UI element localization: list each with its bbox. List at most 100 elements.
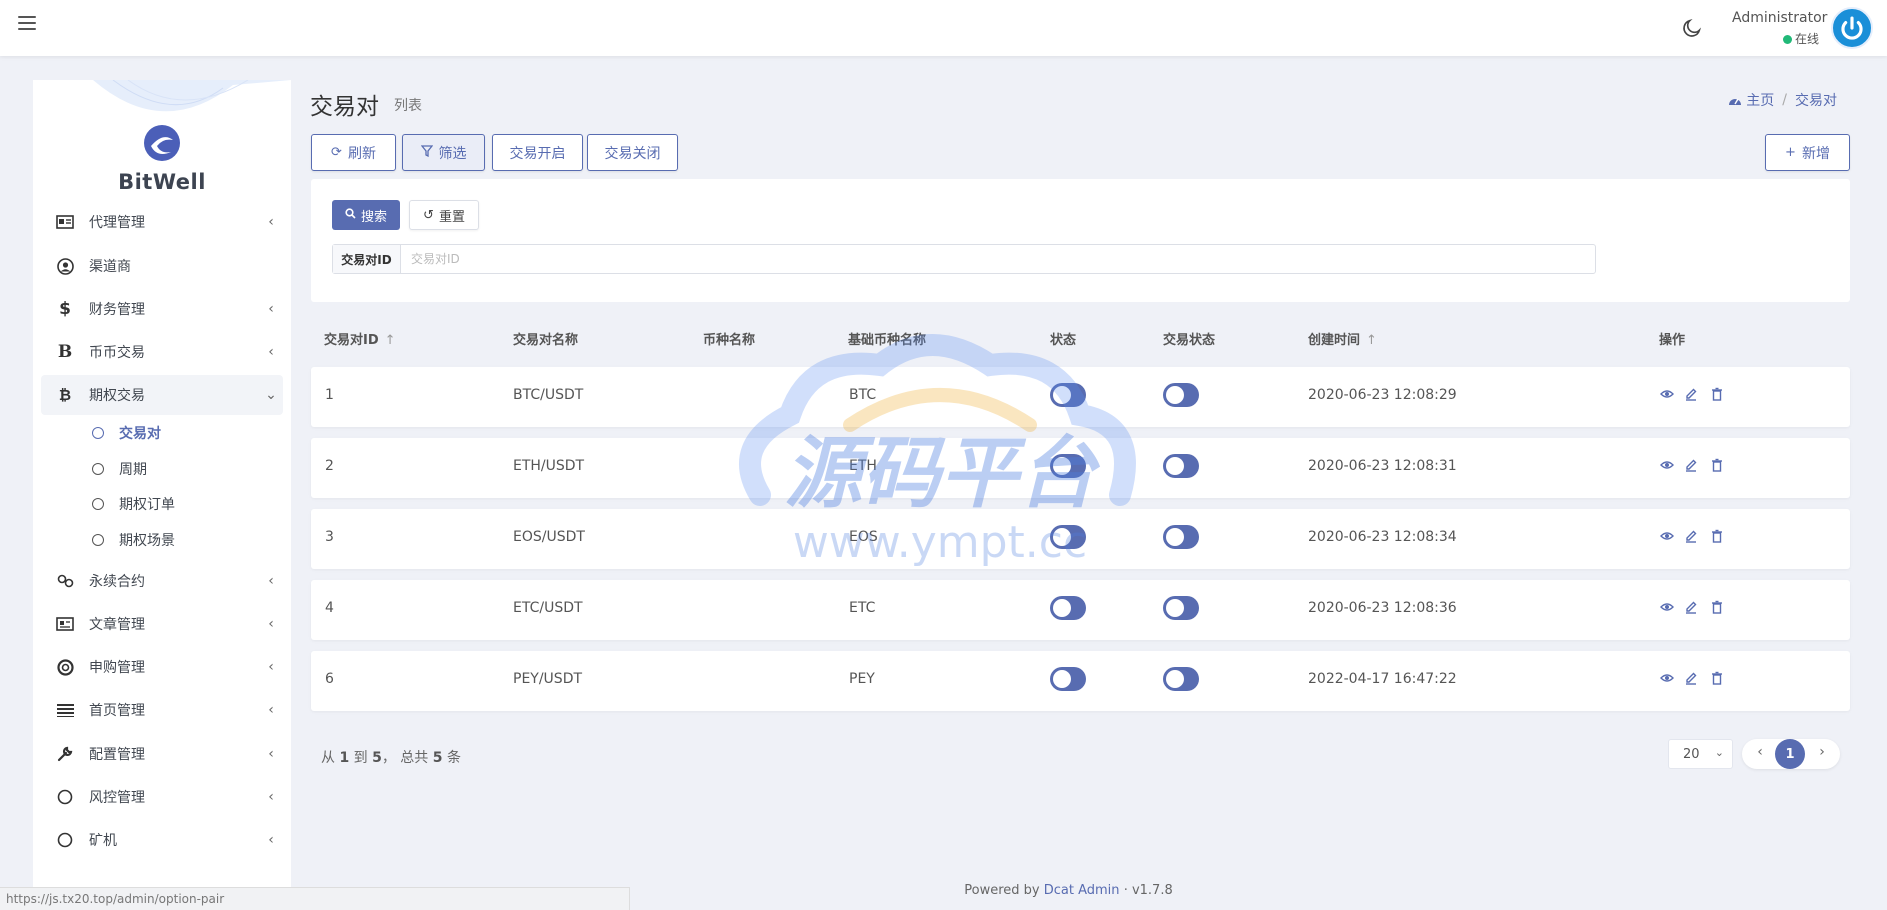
footer-dcat-link[interactable]: Dcat Admin [1044,883,1120,898]
refresh-button[interactable]: ⟳ 刷新 [311,134,396,171]
sidebar-item-config[interactable]: 配置管理 ‹ [41,734,283,774]
pager: ‹ 1 › [1742,739,1840,769]
user-name[interactable]: Administrator [1732,10,1827,26]
trash-icon[interactable] [1710,458,1726,474]
filter-button[interactable]: 筛选 [402,134,485,171]
search-button[interactable]: 搜索 [332,200,400,230]
pagination-summary: 从 1 到 5， 总共 5 条 [321,747,461,767]
edit-icon[interactable] [1684,529,1700,545]
breadcrumb-current: 交易对 [1795,93,1837,109]
sort-arrow-icon[interactable]: ↑ [1366,333,1377,348]
add-button[interactable]: + 新增 [1765,134,1850,171]
reset-button[interactable]: ↺ 重置 [409,200,479,230]
sidebar-item-options[interactable]: ₿ 期权交易 ⌄ [41,375,283,415]
edit-icon[interactable] [1684,671,1700,687]
lifebuoy-icon [55,658,75,676]
sidebar-item-home-mgmt[interactable]: 首页管理 ‹ [41,690,283,730]
eye-icon[interactable] [1660,600,1676,616]
sidebar-item-spot[interactable]: B 币币交易 ‹ [41,332,283,372]
menu-toggle-icon[interactable] [18,16,36,32]
eye-icon[interactable] [1660,671,1676,687]
sidebar-item-perpetual[interactable]: 永续合约 ‹ [41,561,283,601]
sidebar-subitem-scenes[interactable]: 期权场景 [41,523,283,557]
trade-status-toggle[interactable] [1163,454,1199,478]
trash-icon[interactable] [1710,387,1726,403]
trash-icon[interactable] [1710,529,1726,545]
column-header-id[interactable]: 交易对ID ↑ [324,329,396,348]
sidebar-item-label: 文章管理 [89,617,145,633]
chevron-left-icon: ‹ [268,832,274,848]
edit-icon[interactable] [1684,387,1700,403]
column-header-pair-name: 交易对名称 [513,333,579,348]
status-toggle[interactable] [1050,596,1086,620]
trade-status-toggle[interactable] [1163,383,1199,407]
eye-icon[interactable] [1660,529,1676,545]
add-label: 新增 [1801,145,1830,162]
sidebar-item-subscription[interactable]: 申购管理 ‹ [41,647,283,687]
chevron-left-icon: ‹ [268,214,274,230]
online-dot-icon [1783,35,1792,44]
sidebar-item-agent[interactable]: 代理管理 ‹ [41,202,283,242]
pagination-to: 5 [372,750,382,766]
chevron-left-icon: ‹ [268,301,274,317]
dark-mode-moon-icon[interactable] [1681,17,1703,39]
status-toggle[interactable] [1050,525,1086,549]
status-toggle[interactable] [1050,454,1086,478]
cell-pair-name: PEY/USDT [513,671,583,687]
eye-icon[interactable] [1660,387,1676,403]
per-page-value: 20 [1683,746,1700,762]
column-header-status: 状态 [1050,333,1077,348]
trade-open-button[interactable]: 交易开启 [492,134,583,171]
sort-arrow-icon[interactable]: ↑ [385,333,396,348]
toggle-knob [1166,457,1184,475]
chevron-down-icon: ⌄ [265,387,277,403]
trade-close-button[interactable]: 交易关闭 [587,134,678,171]
sidebar-item-label: 矿机 [89,833,117,849]
status-toggle[interactable] [1050,667,1086,691]
chevron-left-icon: ‹ [268,659,274,675]
per-page-select[interactable]: 20 ⌄ [1668,739,1733,769]
column-header-coin-name: 币种名称 [703,333,756,348]
pair-id-label: 交易对ID [333,245,401,273]
column-header-created[interactable]: 创建时间 ↑ [1308,329,1377,348]
cell-created-time: 2020-06-23 12:08:36 [1308,600,1457,616]
eye-icon[interactable] [1660,458,1676,474]
filter-panel: 搜索 ↺ 重置 交易对ID [311,179,1850,302]
sidebar-item-finance[interactable]: $ 财务管理 ‹ [41,289,283,329]
table-row: 6 PEY/USDT PEY 2022-04-17 16:47:22 [311,651,1850,711]
refresh-label: 刷新 [347,145,376,162]
edit-icon[interactable] [1684,458,1700,474]
sidebar-subitem-label: 交易对 [119,426,161,442]
prev-page-icon[interactable]: ‹ [1751,744,1769,760]
pair-id-input[interactable] [401,245,1595,273]
sidebar-subitem-period[interactable]: 周期 [41,452,283,486]
sidebar-item-label: 首页管理 [89,703,145,719]
cell-pair-name: ETC/USDT [513,600,583,616]
chevron-left-icon: ‹ [268,573,274,589]
avatar[interactable] [1831,7,1873,49]
trade-status-toggle[interactable] [1163,596,1199,620]
sidebar-item-articles[interactable]: 文章管理 ‹ [41,604,283,644]
trade-status-toggle[interactable] [1163,667,1199,691]
sidebar-item-miner[interactable]: 矿机 ‹ [41,820,283,860]
bitcoin-icon: ₿ [58,386,72,404]
next-page-icon[interactable]: › [1813,744,1831,760]
status-toggle[interactable] [1050,383,1086,407]
sidebar-item-channel[interactable]: 渠道商 [41,246,283,286]
breadcrumb-home-link[interactable]: 主页 [1746,90,1774,110]
edit-icon[interactable] [1684,600,1700,616]
current-page-button[interactable]: 1 [1775,739,1805,769]
top-navbar: Administrator 在线 [0,0,1887,56]
sidebar-item-label: 永续合约 [89,574,145,590]
trash-icon[interactable] [1710,671,1726,687]
column-header-base-coin: 基础币种名称 [848,333,927,348]
cell-pair-id: 4 [325,600,334,616]
reset-label: 重置 [438,209,465,225]
trade-status-toggle[interactable] [1163,525,1199,549]
chevron-left-icon: ‹ [268,344,274,360]
cell-pair-name: ETH/USDT [513,458,585,474]
sidebar-item-risk[interactable]: 风控管理 ‹ [41,777,283,817]
sidebar-subitem-orders[interactable]: 期权订单 [41,487,283,521]
trash-icon[interactable] [1710,600,1726,616]
sidebar-subitem-pair[interactable]: 交易对 [41,416,283,450]
